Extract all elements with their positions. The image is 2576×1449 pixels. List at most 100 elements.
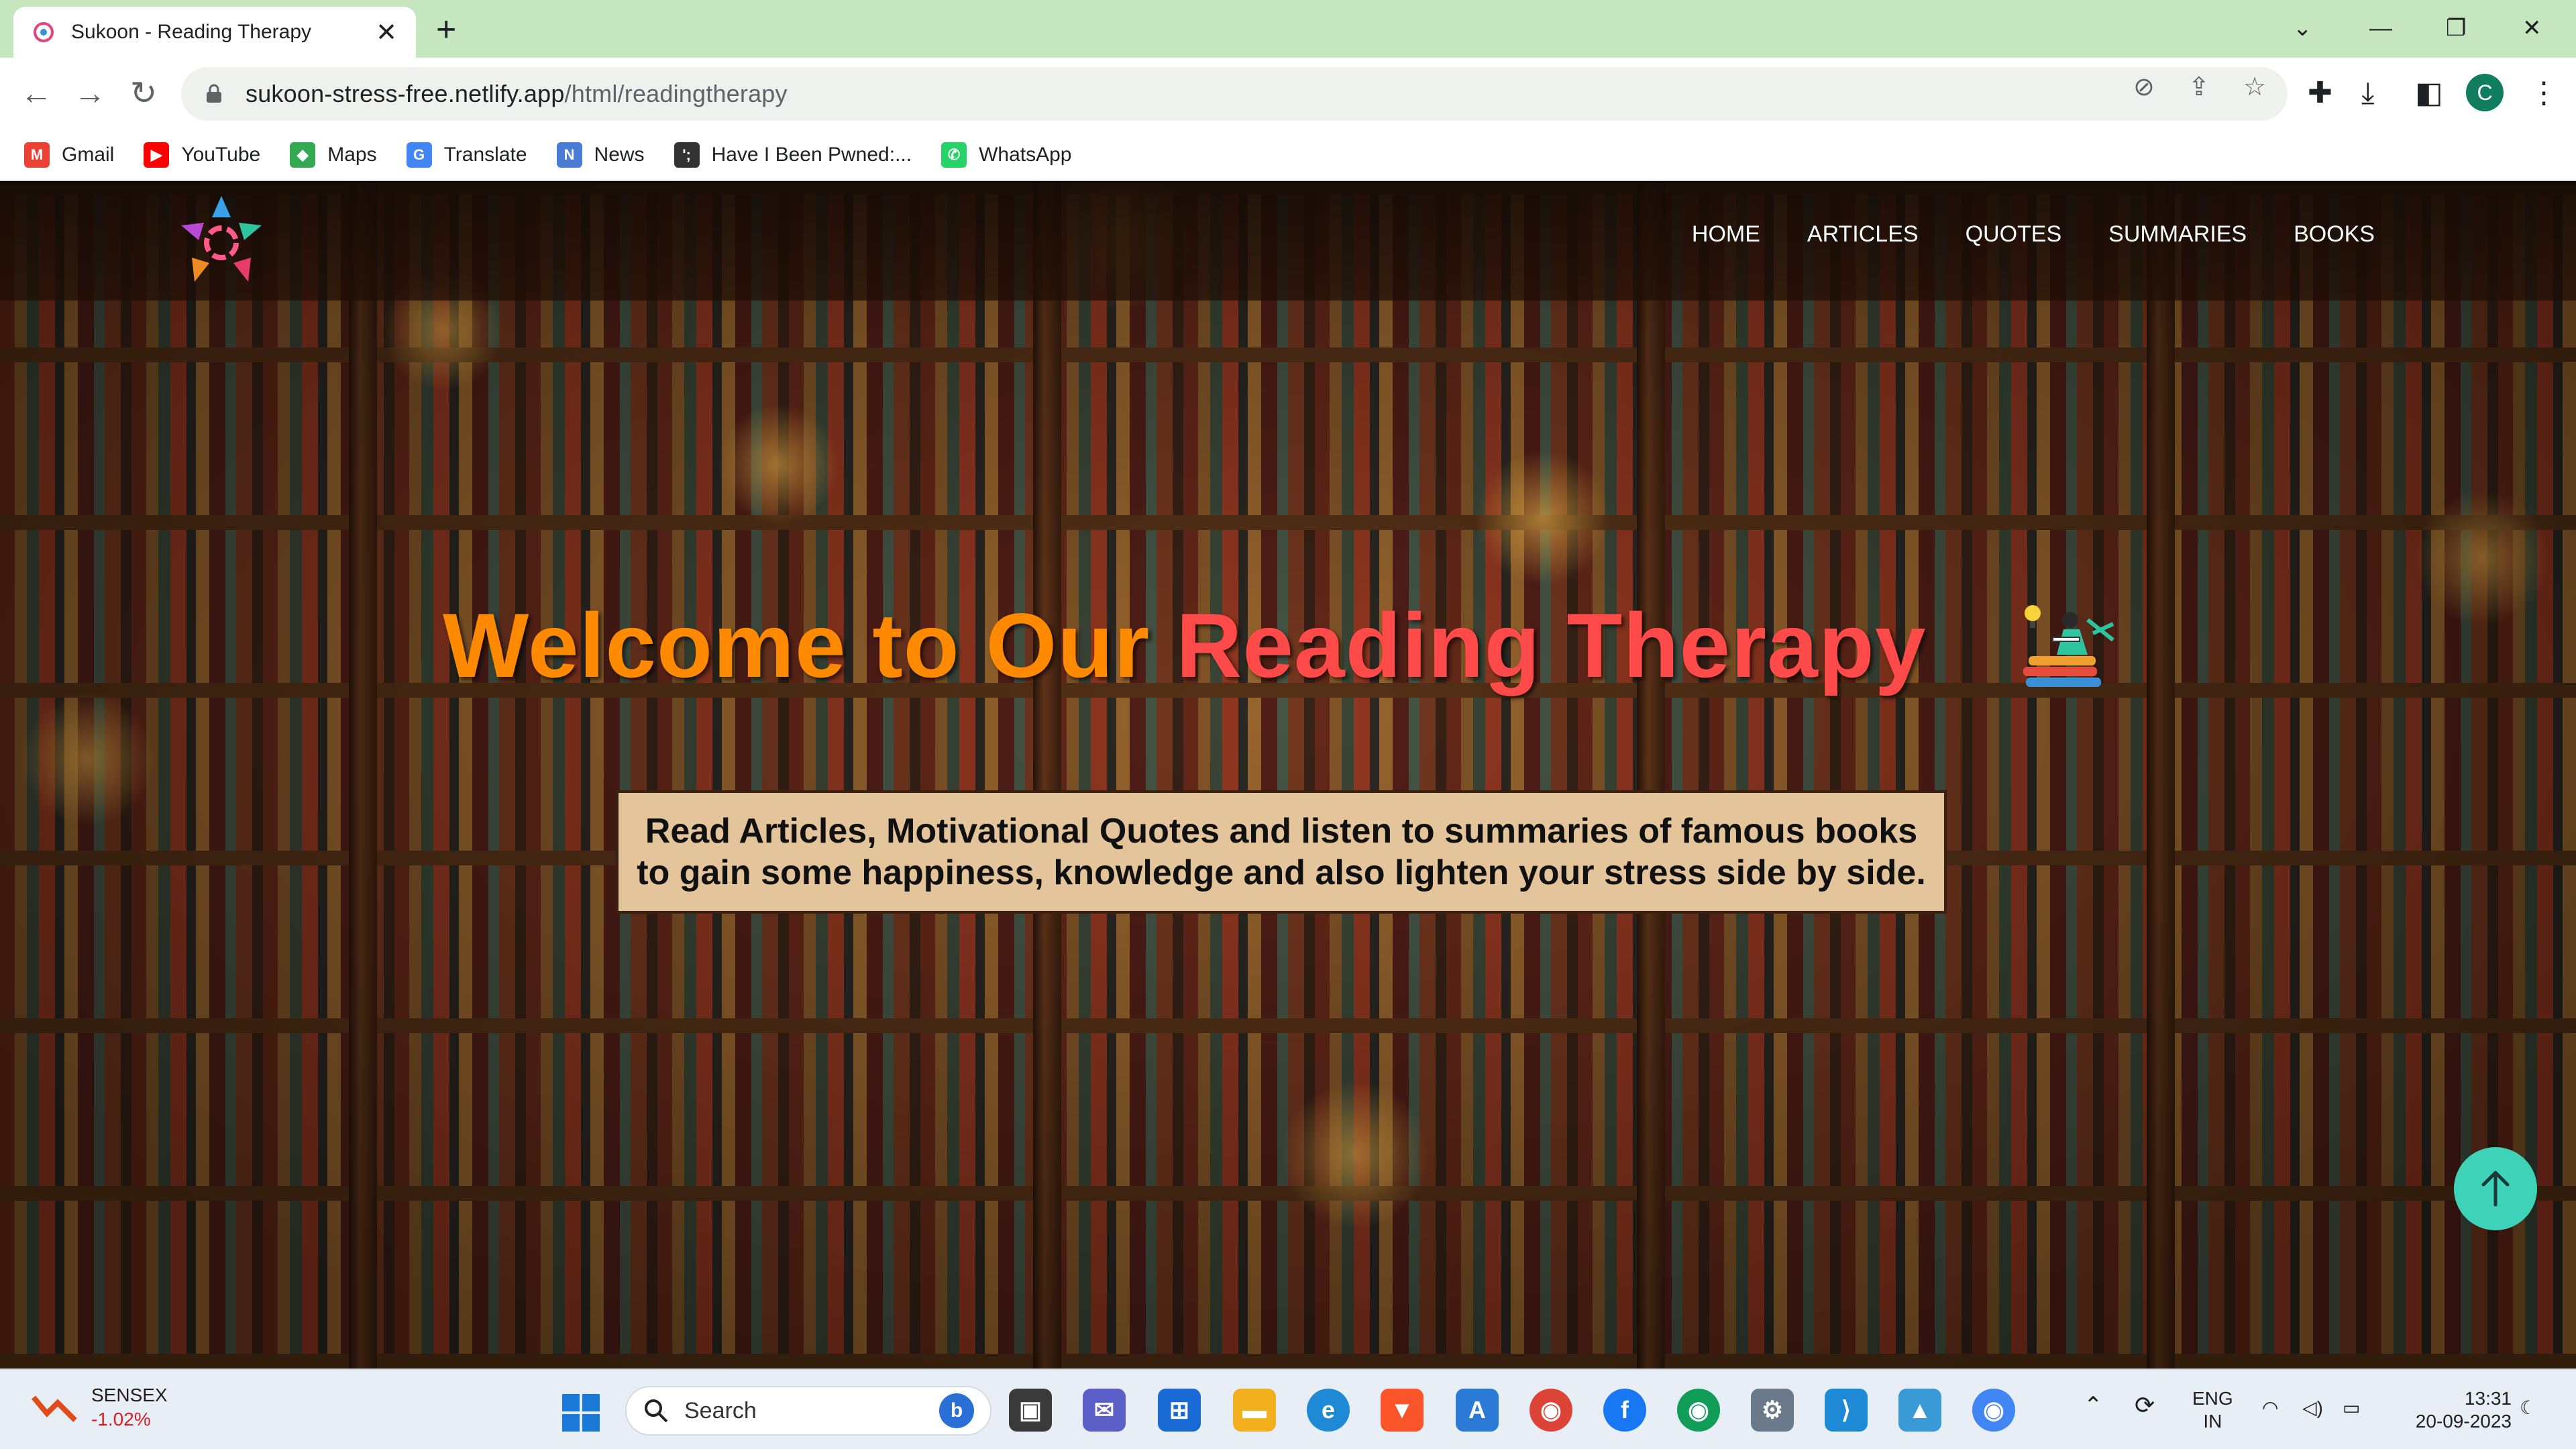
scroll-to-top-button[interactable]: [2454, 1147, 2537, 1230]
forward-arrow-icon[interactable]: →: [70, 74, 110, 114]
news-icon: N: [556, 142, 582, 168]
chrome-profile-icon[interactable]: ◉: [1677, 1389, 1720, 1432]
photos-icon[interactable]: ▲: [1898, 1389, 1941, 1432]
edge-browser-icon[interactable]: e: [1307, 1389, 1350, 1432]
windows-start-icon[interactable]: [561, 1393, 601, 1433]
sketch-app-icon[interactable]: A: [1456, 1389, 1499, 1432]
microsoft-store-icon[interactable]: ⊞: [1158, 1389, 1201, 1432]
bookmark-maps[interactable]: ◆ Maps: [290, 142, 377, 168]
url-text[interactable]: sukoon-stress-free.netlify.app/html/read…: [246, 80, 788, 108]
extensions-icon[interactable]: ✚: [2308, 76, 2332, 110]
vscode-icon[interactable]: ⟩: [1825, 1389, 1868, 1432]
background-shade: [0, 182, 2576, 1368]
brave-browser-icon[interactable]: ▼: [1381, 1389, 1424, 1432]
chrome-icon[interactable]: ◉: [1529, 1389, 1572, 1432]
restore-button[interactable]: ❐: [2446, 9, 2466, 47]
share-icon[interactable]: ⇪: [2188, 74, 2210, 101]
url-host: sukoon-stress-free.netlify.app: [246, 80, 565, 107]
hero-subtitle-box: Read Articles, Motivational Quotes and l…: [616, 790, 1947, 914]
facebook-icon[interactable]: f: [1603, 1389, 1646, 1432]
minimize-button[interactable]: —: [2369, 9, 2392, 47]
bookmark-translate[interactable]: G Translate: [406, 142, 527, 168]
clock-time: 13:31: [2464, 1388, 2512, 1409]
language-indicator[interactable]: ENG IN: [2192, 1387, 2233, 1433]
windows-taskbar: SENSEX -1.02% Search b ▣ ✉ ⊞ ▬ e ▼ A ◉ f…: [0, 1368, 2576, 1449]
tab-search-icon[interactable]: ⌄: [2293, 9, 2312, 47]
youtube-icon: ▶: [144, 142, 170, 168]
hero-subtitle-line-1: Read Articles, Motivational Quotes and l…: [645, 812, 1918, 851]
battery-icon[interactable]: ▭: [2343, 1397, 2360, 1419]
bookmark-youtube[interactable]: ▶ YouTube: [144, 142, 260, 168]
bookmark-gmail[interactable]: M Gmail: [24, 142, 114, 168]
nav-books[interactable]: BOOKS: [2294, 221, 2375, 248]
teams-chat-icon[interactable]: ✉: [1083, 1389, 1126, 1432]
bookmark-star-icon[interactable]: ☆: [2243, 74, 2266, 101]
stock-widget[interactable]: SENSEX -1.02%: [31, 1383, 168, 1432]
side-panel-icon[interactable]: ◧: [2415, 76, 2443, 110]
wifi-icon[interactable]: ◠: [2262, 1397, 2278, 1419]
clock-date: 20-09-2023: [2415, 1411, 2512, 1432]
address-bar[interactable]: sukoon-stress-free.netlify.app/html/read…: [181, 67, 2288, 121]
web-page: HOME ARTICLES QUOTES SUMMARIES BOOKS Wel…: [0, 182, 2576, 1368]
tray-overflow-chevron-icon[interactable]: ⌃: [2084, 1394, 2103, 1417]
reading-person-icon: [2023, 605, 2114, 687]
nav-home[interactable]: HOME: [1692, 221, 1760, 248]
menu-kebab-icon[interactable]: ⋮: [2529, 76, 2559, 110]
back-arrow-icon[interactable]: ←: [16, 74, 56, 114]
whatsapp-icon: ✆: [941, 142, 967, 168]
new-tab-button[interactable]: +: [436, 9, 456, 50]
bookmark-label: Translate: [443, 144, 527, 166]
tab-close-icon[interactable]: ✕: [376, 17, 397, 48]
search-icon: [645, 1399, 668, 1423]
bookmark-news[interactable]: N News: [556, 142, 645, 168]
bookmark-label: YouTube: [181, 144, 261, 166]
site-header: HOME ARTICLES QUOTES SUMMARIES BOOKS: [0, 182, 2576, 301]
nav-articles[interactable]: ARTICLES: [1807, 221, 1919, 248]
bookmark-label: Maps: [327, 144, 377, 166]
bookmarks-bar: M Gmail ▶ YouTube ◆ Maps G Translate N News '; Have…: [0, 130, 2576, 181]
lock-icon: [207, 84, 221, 103]
stock-trend-icon: [31, 1395, 77, 1422]
hero-title: Welcome to Our Reading Therapy: [443, 593, 1926, 698]
settings-gear-icon[interactable]: ⚙: [1751, 1389, 1794, 1432]
hero-subtitle-line-2: to gain some happiness, knowledge and al…: [637, 853, 1926, 892]
sukoon-favicon-icon: [34, 22, 54, 42]
stock-name: SENSEX: [91, 1385, 168, 1405]
site-nav: HOME ARTICLES QUOTES SUMMARIES BOOKS: [1692, 221, 2375, 248]
nav-summaries[interactable]: SUMMARIES: [2108, 221, 2247, 248]
sync-icon[interactable]: ⟳: [2135, 1393, 2155, 1417]
reload-icon[interactable]: ↻: [123, 74, 164, 114]
bookmark-whatsapp[interactable]: ✆ WhatsApp: [941, 142, 1071, 168]
language-code: ENG: [2192, 1388, 2233, 1409]
task-view-icon[interactable]: ▣: [1009, 1389, 1052, 1432]
screen: Sukoon - Reading Therapy ✕ + ⌄ — ❐ ✕ ← →…: [0, 0, 2576, 1449]
search-label: Search: [684, 1397, 757, 1424]
bookmark-label: Have I Been Pwned:...: [711, 144, 912, 166]
clock[interactable]: 13:31 20-09-2023: [2400, 1387, 2512, 1433]
browser-toolbar: ← → ↻ sukoon-stress-free.netlify.app/htm…: [0, 58, 2576, 130]
profile-avatar[interactable]: C: [2466, 74, 2504, 111]
arrow-up-icon: [2481, 1171, 2510, 1207]
notifications-icon[interactable]: ☾: [2520, 1397, 2536, 1419]
volume-icon[interactable]: ◁): [2302, 1397, 2323, 1419]
close-window-button[interactable]: ✕: [2522, 9, 2542, 47]
gmail-icon: M: [24, 142, 50, 168]
chrome-profile-2-icon[interactable]: ◉: [1972, 1389, 2015, 1432]
taskbar-search[interactable]: Search b: [625, 1386, 991, 1436]
url-path: /html/readingtherapy: [564, 80, 788, 107]
pwned-icon: ';: [674, 142, 700, 168]
file-explorer-icon[interactable]: ▬: [1233, 1389, 1276, 1432]
download-icon[interactable]: ⤓: [2361, 76, 2374, 110]
maps-icon: ◆: [290, 142, 316, 168]
nav-quotes[interactable]: QUOTES: [1966, 221, 2062, 248]
stock-change: -1.02%: [91, 1409, 151, 1430]
browser-tab-active[interactable]: Sukoon - Reading Therapy ✕: [13, 7, 416, 58]
bookmark-label: WhatsApp: [979, 144, 1072, 166]
hero-title-welcome: Welcome to Our: [443, 594, 1177, 696]
browser-tab-strip: Sukoon - Reading Therapy ✕ + ⌄ — ❐ ✕: [0, 0, 2576, 58]
cast-icon[interactable]: ⊘: [2133, 74, 2155, 101]
sukoon-logo-icon[interactable]: [168, 191, 275, 291]
bing-icon[interactable]: b: [939, 1393, 974, 1428]
hero-title-reading-therapy: Reading Therapy: [1176, 594, 1927, 696]
bookmark-have-i-been-pwned[interactable]: '; Have I Been Pwned:...: [674, 142, 912, 168]
